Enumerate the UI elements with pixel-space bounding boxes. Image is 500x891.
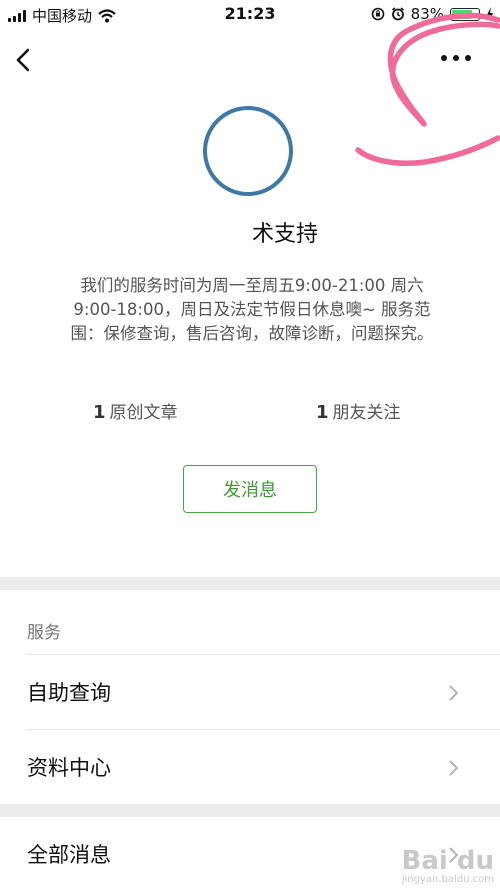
battery-percent: 83% [410,5,444,23]
services-header: 服务 [27,623,61,643]
charging-icon [487,7,493,21]
watermark-url: jingyan.baidu.com [401,874,494,885]
all-messages-label: 全部消息 [27,843,111,867]
account-name: 术支持 [251,222,318,247]
chevron-right-icon [449,685,459,701]
section-separator [0,577,500,590]
baidu-watermark: Bai du jingyan.baidu.com [402,848,494,885]
stat-count: 1 [93,402,106,423]
account-description: 我们的服务时间为周一至周五9:00-21:00 周六9:00-18:00，周日及… [70,276,434,343]
status-bar: 中国移动 21:23 83% [0,0,500,30]
alarm-icon [391,7,404,21]
nav-bar [0,30,500,86]
send-message-button[interactable]: 发消息 [183,465,317,513]
stat-count: 1 [316,402,329,423]
section-separator [0,804,500,817]
battery-level-fill [452,9,472,19]
stat-original-articles[interactable]: 1 原创文章 [93,398,178,423]
service-item-label: 资料中心 [27,756,111,780]
battery-icon [450,7,480,21]
back-icon[interactable] [10,38,40,78]
watermark-text: Bai du [401,846,494,876]
avatar [203,106,293,196]
service-item-label: 自助查询 [27,681,111,705]
stat-label: 朋友关注 [332,403,401,423]
service-item-resource-center[interactable]: 资料中心 [0,730,500,804]
lock-rotation-icon [371,7,384,21]
stat-friends-following[interactable]: 1 朋友关注 [316,398,401,423]
service-item-self-query[interactable]: 自助查询 [0,655,500,729]
stat-label: 原创文章 [109,403,178,423]
chevron-right-icon [449,760,459,776]
more-options-icon[interactable] [436,44,476,72]
